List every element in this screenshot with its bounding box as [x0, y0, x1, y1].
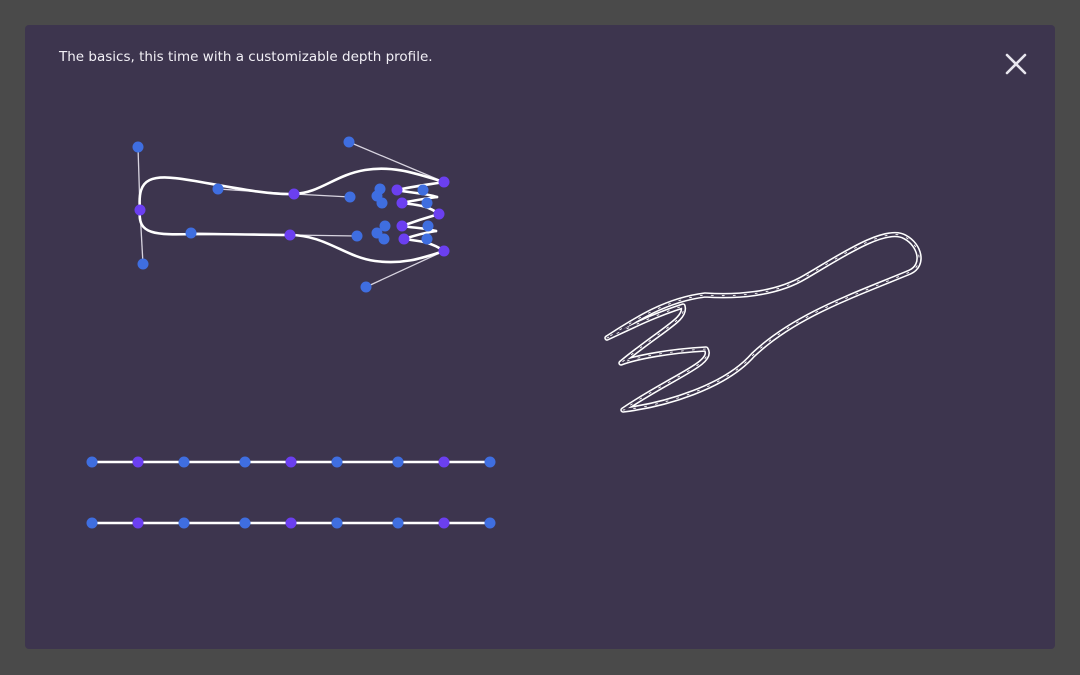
depth-track-bottom[interactable]: [86, 517, 496, 529]
anchor-point[interactable]: [134, 204, 146, 216]
fork-preview[interactable]: [604, 231, 922, 413]
depth-handle[interactable]: [331, 456, 343, 468]
control-handle[interactable]: [421, 233, 433, 245]
fork-preview-outer: [604, 231, 922, 413]
depth-handle[interactable]: [178, 456, 190, 468]
anchor-point[interactable]: [438, 245, 450, 257]
depth-handle[interactable]: [392, 456, 404, 468]
control-handle[interactable]: [417, 184, 429, 196]
control-handle[interactable]: [137, 258, 149, 270]
depth-handle[interactable]: [484, 456, 496, 468]
anchor-point[interactable]: [284, 229, 296, 241]
depth-anchor[interactable]: [285, 456, 297, 468]
control-handle[interactable]: [360, 281, 372, 293]
anchor-point[interactable]: [398, 233, 410, 245]
depth-handle[interactable]: [86, 517, 98, 529]
depth-handle[interactable]: [86, 456, 98, 468]
anchor-point[interactable]: [396, 197, 408, 209]
control-handle[interactable]: [344, 191, 356, 203]
control-handle[interactable]: [422, 220, 434, 232]
depth-handle[interactable]: [178, 517, 190, 529]
shape-editor[interactable]: [132, 136, 450, 293]
depth-handle[interactable]: [239, 456, 251, 468]
depth-profile[interactable]: [86, 456, 496, 529]
control-handle[interactable]: [212, 183, 224, 195]
control-handle[interactable]: [185, 227, 197, 239]
anchor-point[interactable]: [391, 184, 403, 196]
control-handle[interactable]: [343, 136, 355, 148]
handle-points[interactable]: [132, 136, 434, 293]
depth-handle[interactable]: [484, 517, 496, 529]
depth-track-top[interactable]: [86, 456, 496, 468]
depth-handle[interactable]: [392, 517, 404, 529]
anchor-points[interactable]: [134, 176, 450, 257]
depth-anchor[interactable]: [438, 456, 450, 468]
anchor-point[interactable]: [288, 188, 300, 200]
dialog: The basics, this time with a customizabl…: [25, 25, 1055, 649]
anchor-point[interactable]: [433, 208, 445, 220]
outline-curves: [138, 167, 446, 264]
depth-anchor[interactable]: [285, 517, 297, 529]
depth-anchor[interactable]: [438, 517, 450, 529]
depth-handle[interactable]: [239, 517, 251, 529]
depth-anchor[interactable]: [132, 456, 144, 468]
depth-anchor[interactable]: [132, 517, 144, 529]
control-handle[interactable]: [132, 141, 144, 153]
control-handle[interactable]: [378, 233, 390, 245]
control-handle[interactable]: [376, 197, 388, 209]
fork-preview-inner: [605, 233, 921, 412]
control-handle[interactable]: [421, 197, 433, 209]
handle-guides: [137, 141, 445, 288]
fork-preview-wire: [606, 234, 920, 411]
anchor-point[interactable]: [438, 176, 450, 188]
depth-handle[interactable]: [331, 517, 343, 529]
canvas: [86, 136, 922, 529]
control-handle[interactable]: [351, 230, 363, 242]
anchor-point[interactable]: [396, 220, 408, 232]
